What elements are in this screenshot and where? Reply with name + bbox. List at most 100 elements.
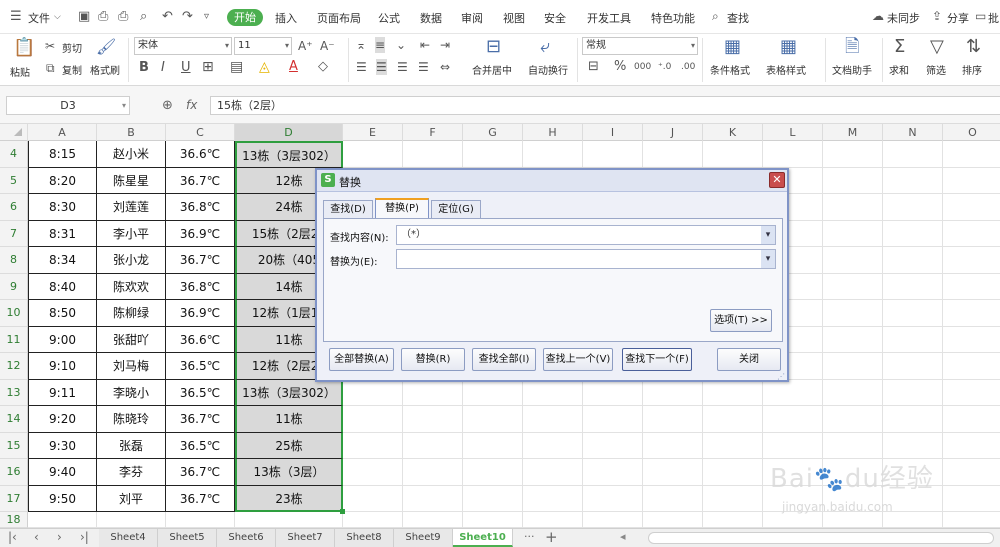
empty-cell[interactable] xyxy=(883,379,943,406)
sheet-tab[interactable]: Sheet4 xyxy=(99,529,158,547)
annotate-button[interactable]: 批 xyxy=(988,10,999,26)
empty-cell[interactable] xyxy=(883,512,943,528)
filter-button[interactable]: 筛选 xyxy=(926,62,946,77)
font-size-select[interactable]: 11 ▾ xyxy=(234,37,292,55)
align-bottom-icon[interactable]: ⌄ xyxy=(396,37,406,53)
empty-cell[interactable] xyxy=(943,406,1000,433)
empty-cell[interactable] xyxy=(703,459,763,486)
column-header-j[interactable]: J xyxy=(643,124,703,141)
hamburger-icon[interactable]: ☰ xyxy=(10,9,22,24)
fill-handle[interactable] xyxy=(340,509,345,514)
empty-cell[interactable] xyxy=(523,406,583,433)
menu-data[interactable]: 数据 xyxy=(420,10,442,26)
name-box[interactable]: D3 ▾ xyxy=(6,96,130,115)
empty-cell[interactable] xyxy=(583,512,643,528)
italic-button[interactable]: I xyxy=(161,60,165,76)
column-header-m[interactable]: M xyxy=(823,124,883,141)
empty-cell[interactable] xyxy=(883,220,943,247)
row-header[interactable]: 13 xyxy=(0,379,28,406)
sheet-tab[interactable]: Sheet7 xyxy=(276,529,335,547)
empty-cell[interactable] xyxy=(763,432,823,459)
sheet-tab[interactable]: Sheet10 xyxy=(453,529,513,547)
cell-a[interactable]: 8:50 xyxy=(28,300,97,327)
copy-button[interactable]: 复制 xyxy=(62,62,82,77)
row-header[interactable]: 6 xyxy=(0,194,28,221)
more-sheets-icon[interactable]: ··· xyxy=(524,530,535,543)
cell-b[interactable]: 刘平 xyxy=(97,485,166,512)
border-icon[interactable]: ⊞ xyxy=(202,59,214,75)
dialog-titlebar[interactable]: S 替换 ✕ xyxy=(317,170,787,192)
empty-cell[interactable] xyxy=(703,432,763,459)
cell-a[interactable]: 8:40 xyxy=(28,273,97,300)
share-button[interactable]: 分享 xyxy=(947,10,969,26)
empty-cell[interactable] xyxy=(643,406,703,433)
empty-cell[interactable] xyxy=(763,512,823,528)
format-painter-button[interactable]: 格式刷 xyxy=(90,62,120,77)
menu-insert[interactable]: 插入 xyxy=(275,10,297,26)
empty-cell[interactable] xyxy=(343,485,403,512)
empty-cell[interactable] xyxy=(583,432,643,459)
horizontal-scrollbar[interactable] xyxy=(648,532,994,544)
empty-cell[interactable] xyxy=(463,512,523,528)
empty-cell[interactable] xyxy=(703,406,763,433)
cell-a[interactable]: 9:10 xyxy=(28,353,97,380)
cell-c[interactable]: 36.7℃ xyxy=(166,459,235,486)
distribute-icon[interactable]: ⇔ xyxy=(440,59,450,75)
empty-cell[interactable] xyxy=(463,459,523,486)
column-header-o[interactable]: O xyxy=(943,124,1000,141)
cell-c[interactable]: 36.6℃ xyxy=(166,326,235,353)
tab-replace[interactable]: 替换(P) xyxy=(375,198,429,219)
cell-c[interactable]: 36.5℃ xyxy=(166,353,235,380)
empty-cell[interactable] xyxy=(943,380,1000,406)
sum-button[interactable]: 求和 xyxy=(889,62,909,77)
empty-cell[interactable] xyxy=(583,379,643,406)
empty-cell[interactable] xyxy=(463,406,523,433)
cell-b[interactable]: 赵小米 xyxy=(97,141,166,168)
options-button[interactable]: 选项(T) >> xyxy=(710,309,772,332)
empty-cell[interactable] xyxy=(403,459,463,486)
row-header[interactable]: 11 xyxy=(0,326,28,353)
menu-special-features[interactable]: 特色功能 xyxy=(651,10,695,26)
font-color-button[interactable]: A xyxy=(289,59,298,75)
resize-grip-icon[interactable]: ⋰ xyxy=(777,372,785,381)
empty-cell[interactable] xyxy=(523,459,583,486)
empty-cell[interactable] xyxy=(823,326,883,353)
paste-button[interactable]: 粘贴 xyxy=(10,64,30,79)
sheet-tab[interactable]: Sheet6 xyxy=(217,529,276,547)
find-previous-button[interactable]: 查找上一个(V) xyxy=(543,348,613,371)
first-sheet-icon[interactable]: |‹ xyxy=(8,530,17,544)
cell-c[interactable]: 36.6℃ xyxy=(166,141,235,168)
cell-a[interactable]: 9:30 xyxy=(28,432,97,459)
cell-d[interactable]: 23栋 xyxy=(235,485,343,512)
cell-c[interactable]: 36.8℃ xyxy=(166,194,235,221)
empty-cell[interactable] xyxy=(883,326,943,353)
cell-c[interactable]: 36.9℃ xyxy=(166,220,235,247)
empty-cell[interactable] xyxy=(463,141,523,168)
column-header-d[interactable]: D xyxy=(235,124,343,141)
cell-b[interactable]: 陈晓玲 xyxy=(97,406,166,433)
find-all-button[interactable]: 查找全部(I) xyxy=(472,348,536,371)
empty-cell[interactable] xyxy=(883,353,943,380)
cell-d[interactable]: 13栋（3层） xyxy=(235,459,343,486)
empty-cell[interactable] xyxy=(523,432,583,459)
percent-button[interactable]: % xyxy=(614,59,626,75)
empty-cell[interactable] xyxy=(823,247,883,274)
column-header-b[interactable]: B xyxy=(97,124,166,141)
row-header[interactable]: 18 xyxy=(0,512,28,528)
empty-cell[interactable] xyxy=(643,432,703,459)
empty-cell[interactable] xyxy=(583,141,643,168)
cell-d[interactable]: 11栋 xyxy=(235,406,343,433)
cell-b[interactable]: 张小龙 xyxy=(97,247,166,274)
empty-cell[interactable] xyxy=(883,432,943,459)
cell-b[interactable]: 李芬 xyxy=(97,459,166,486)
empty-cell[interactable] xyxy=(943,459,1000,486)
replace-button[interactable]: 替换(R) xyxy=(401,348,465,371)
cell-b[interactable]: 李晓小 xyxy=(97,379,166,406)
empty-cell[interactable] xyxy=(403,432,463,459)
empty-cell[interactable] xyxy=(166,512,235,528)
row-header[interactable]: 17 xyxy=(0,485,28,512)
cell-a[interactable]: 8:15 xyxy=(28,141,97,168)
justify-icon[interactable]: ☰ xyxy=(418,59,429,75)
empty-cell[interactable] xyxy=(763,379,823,406)
increase-decimal-icon[interactable]: ⁺.0 xyxy=(658,59,671,75)
